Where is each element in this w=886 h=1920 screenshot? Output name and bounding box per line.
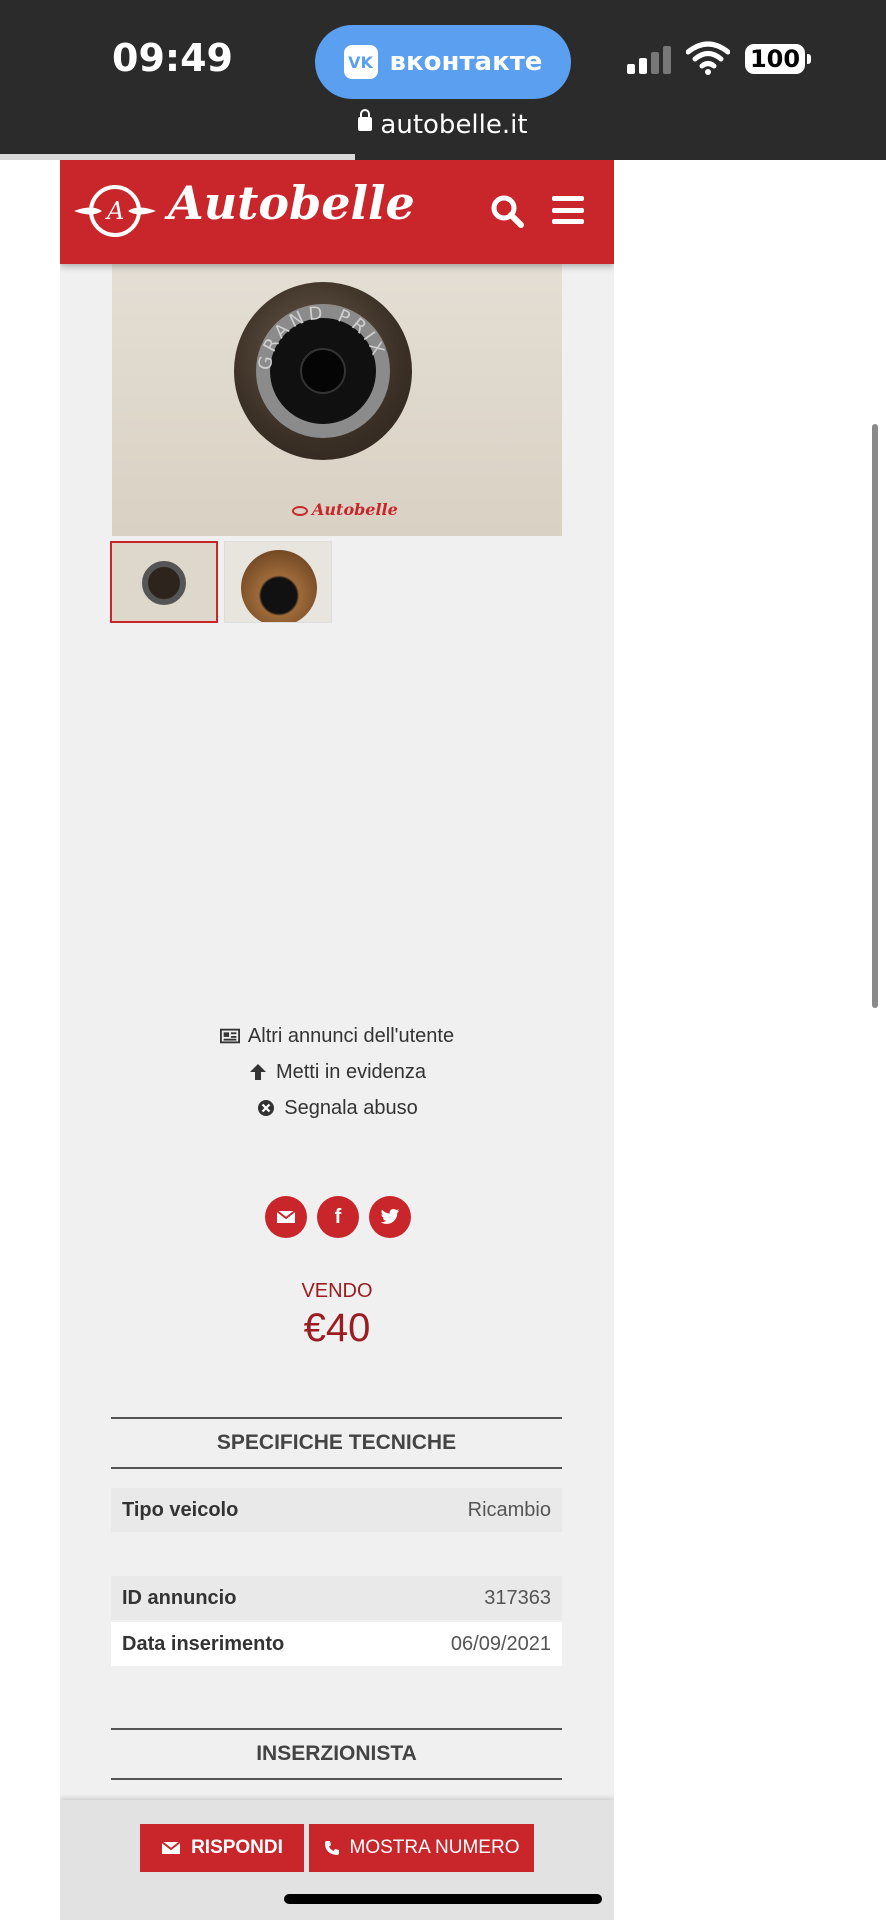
envelope-icon — [161, 1841, 181, 1854]
spec-row-ad-id: ID annuncio 317363 — [111, 1576, 562, 1620]
spec-row-insert-date: Data inserimento 06/09/2021 — [111, 1622, 562, 1666]
battery-indicator: 100 — [745, 44, 811, 74]
address-bar[interactable]: autobelle.it — [0, 109, 886, 140]
newspaper-icon — [219, 1028, 240, 1044]
wifi-icon — [686, 41, 730, 75]
reply-button[interactable]: RISPONDI — [140, 1824, 304, 1872]
svg-text:A: A — [105, 197, 124, 225]
facebook-icon: f — [334, 1205, 342, 1228]
listing-links: Altri annunci dell'utente Metti in evide… — [60, 1018, 614, 1126]
twitter-icon — [380, 1209, 400, 1224]
listing-type: VENDO — [301, 1280, 373, 1302]
autobelle-emblem-icon: A — [74, 185, 156, 237]
photo-watermark: Autobelle — [292, 500, 398, 519]
close-circle-icon — [258, 1100, 275, 1116]
other-ads-label: Altri annunci dell'utente — [247, 1024, 455, 1047]
spec-key: Tipo veicolo — [122, 1498, 239, 1521]
share-buttons: f — [265, 1196, 411, 1238]
hamburger-menu-icon[interactable] — [552, 196, 584, 224]
report-abuse-link[interactable]: Segnala abuso — [60, 1090, 614, 1126]
search-icon[interactable] — [490, 194, 524, 228]
show-number-label: MOSTRA NUMERO — [349, 1837, 520, 1858]
status-bar: 09:49 VK вконтакте 100 autobelle.it — [0, 0, 886, 160]
share-facebook-button[interactable]: f — [317, 1196, 359, 1238]
vk-logo-icon: VK — [343, 45, 378, 79]
highlight-link[interactable]: Metti in evidenza — [60, 1054, 614, 1090]
report-abuse-label: Segnala abuso — [284, 1096, 418, 1119]
vk-app-pill[interactable]: VK вконтакте — [315, 25, 571, 99]
thumbnail-2[interactable] — [224, 541, 332, 623]
main-photo[interactable]: GRAND PRIX Autobelle — [112, 264, 562, 536]
cellular-signal-icon — [627, 46, 671, 74]
spec-value: 06/09/2021 — [450, 1632, 551, 1655]
highlight-label: Metti in evidenza — [275, 1060, 427, 1083]
spec-key: ID annuncio — [122, 1586, 237, 1609]
spec-value: Ricambio — [467, 1498, 551, 1521]
listing-price: €40 — [303, 1306, 371, 1350]
home-indicator — [284, 1894, 602, 1904]
share-twitter-button[interactable] — [369, 1196, 411, 1238]
site-logo[interactable]: Autobelle — [168, 176, 415, 230]
other-ads-link[interactable]: Altri annunci dell'utente — [60, 1018, 614, 1054]
spec-row-vehicle-type: Tipo veicolo Ricambio — [111, 1488, 562, 1532]
url-text: autobelle.it — [380, 110, 528, 140]
share-email-button[interactable] — [265, 1196, 307, 1238]
thumbnail-1[interactable] — [110, 541, 218, 623]
vk-label: вконтакте — [389, 47, 543, 77]
reply-label: RISPONDI — [191, 1837, 283, 1858]
envelope-icon — [276, 1210, 296, 1223]
thumbnail-strip — [110, 541, 332, 623]
specs-section-title: SPECIFICHE TECNICHE — [111, 1417, 562, 1469]
clock: 09:49 — [112, 36, 233, 80]
arrow-up-icon — [249, 1064, 266, 1080]
gear-knob-image: GRAND PRIX — [234, 282, 412, 460]
spec-key: Data inserimento — [122, 1632, 285, 1655]
show-number-button[interactable]: MOSTRA NUMERO — [309, 1824, 534, 1872]
page-scrollbar[interactable] — [872, 424, 878, 1008]
website-viewport: A Autobelle GRAND PRIX Autobelle Altri a… — [60, 160, 614, 1920]
lock-icon — [358, 109, 373, 131]
spec-value: 317363 — [484, 1586, 551, 1609]
advertiser-section-title: INSERZIONISTA — [111, 1728, 562, 1780]
phone-icon — [324, 1841, 339, 1855]
site-header: A Autobelle — [60, 160, 614, 264]
